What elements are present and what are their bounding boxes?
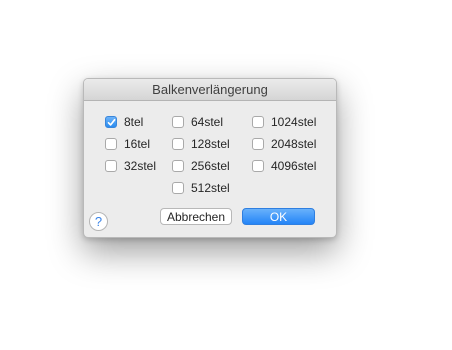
dialog-title: Balkenverlängerung (84, 79, 336, 101)
checkbox-2048stel[interactable] (252, 138, 264, 150)
option-label: 256stel (191, 159, 230, 173)
option-32stel[interactable]: 32stel (105, 158, 156, 174)
checkbox-1024stel[interactable] (252, 116, 264, 128)
checkbox-256stel[interactable] (172, 160, 184, 172)
option-label: 4096stel (271, 159, 317, 173)
bar-extension-dialog: Balkenverlängerung 8tel 16tel 32stel 64s… (83, 78, 337, 238)
checkbox-64stel[interactable] (172, 116, 184, 128)
option-8tel[interactable]: 8tel (105, 114, 143, 130)
checkbox-4096stel[interactable] (252, 160, 264, 172)
option-label: 16tel (124, 137, 151, 151)
option-4096stel[interactable]: 4096stel (252, 158, 316, 174)
checkbox-512stel[interactable] (172, 182, 184, 194)
checkbox-8tel[interactable] (105, 116, 117, 128)
option-64stel[interactable]: 64stel (172, 114, 223, 130)
option-16tel[interactable]: 16tel (105, 136, 150, 152)
cancel-button[interactable]: Abbrechen (160, 208, 232, 225)
checkmark-icon (107, 118, 116, 126)
option-label: 128stel (191, 137, 230, 151)
checkbox-128stel[interactable] (172, 138, 184, 150)
option-2048stel[interactable]: 2048stel (252, 136, 316, 152)
option-label: 64stel (191, 115, 224, 129)
option-label: 512stel (191, 181, 230, 195)
option-label: 2048stel (271, 137, 317, 151)
checkbox-16tel[interactable] (105, 138, 117, 150)
option-label: 8tel (124, 115, 144, 129)
option-label: 32stel (124, 159, 157, 173)
option-128stel[interactable]: 128stel (172, 136, 230, 152)
ok-button[interactable]: OK (242, 208, 315, 225)
option-1024stel[interactable]: 1024stel (252, 114, 316, 130)
option-label: 1024stel (271, 115, 317, 129)
help-button[interactable]: ? (89, 212, 108, 231)
option-512stel[interactable]: 512stel (172, 180, 230, 196)
option-256stel[interactable]: 256stel (172, 158, 230, 174)
checkbox-32stel[interactable] (105, 160, 117, 172)
